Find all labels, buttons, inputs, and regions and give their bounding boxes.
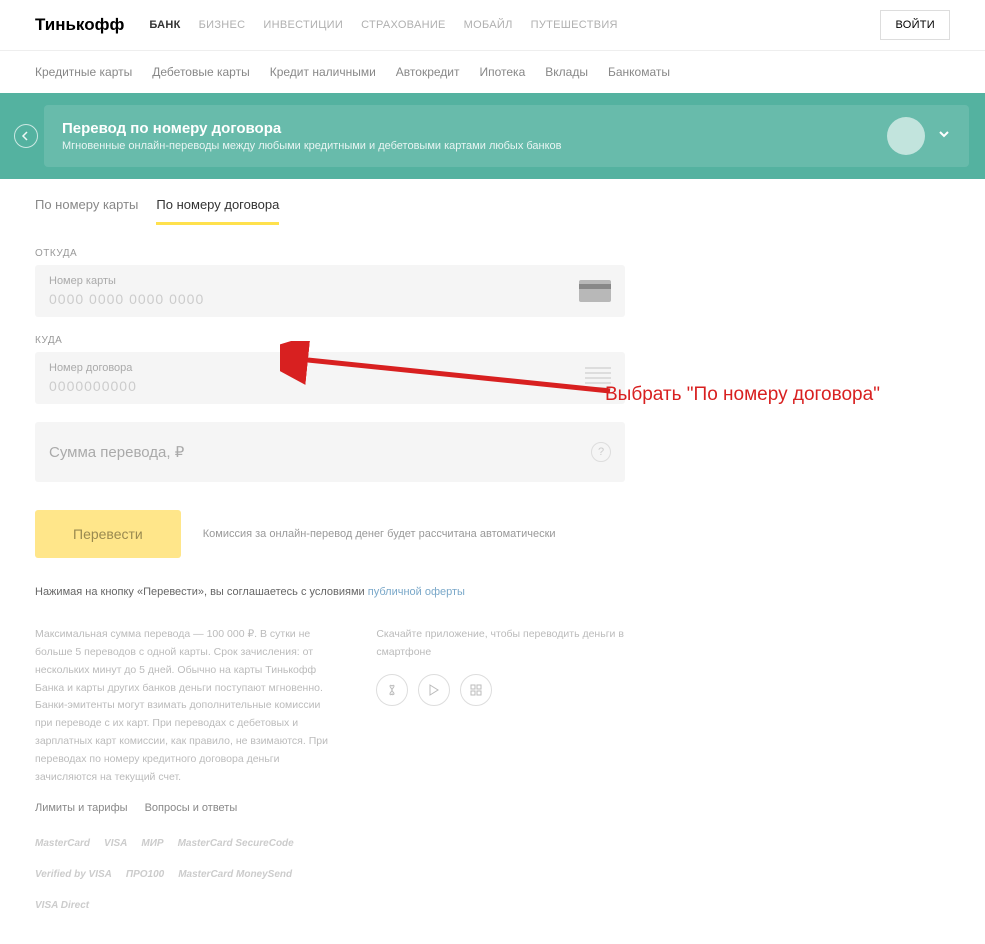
payment-logos: MasterCard VISA МИР MasterCard SecureCod…	[35, 835, 336, 914]
nav-business[interactable]: БИЗНЕС	[199, 19, 246, 31]
document-icon	[585, 367, 611, 389]
subnav-deposits[interactable]: Вклады	[545, 65, 588, 79]
login-button[interactable]: ВОЙТИ	[880, 10, 950, 40]
googleplay-button[interactable]	[418, 674, 450, 706]
brand-logo[interactable]: Тинькофф	[35, 15, 124, 35]
subnav-cash-loan[interactable]: Кредит наличными	[270, 65, 376, 79]
nav-insurance[interactable]: СТРАХОВАНИЕ	[361, 19, 446, 31]
from-section-label: ОТКУДА	[35, 248, 625, 259]
card-number-placeholder: 0000 0000 0000 0000	[49, 291, 579, 307]
fee-note: Комиссия за онлайн-перевод денег будет р…	[203, 526, 556, 543]
subnav-credit-cards[interactable]: Кредитные карты	[35, 65, 132, 79]
subnav-atms[interactable]: Банкоматы	[608, 65, 670, 79]
windows-icon	[469, 683, 483, 697]
to-section-label: КУДА	[35, 335, 625, 346]
logo-verified-visa: Verified by VISA	[35, 866, 112, 883]
contract-number-field[interactable]: Номер договора 0000000000	[35, 352, 625, 404]
chevron-left-icon	[21, 131, 31, 141]
card-number-label: Номер карты	[49, 275, 579, 287]
nav-mobile[interactable]: МОБАЙЛ	[464, 19, 513, 31]
contract-number-label: Номер договора	[49, 362, 585, 374]
play-icon	[427, 683, 441, 697]
chevron-down-icon	[937, 127, 951, 146]
tab-by-card[interactable]: По номеру карты	[35, 197, 138, 225]
hero-title: Перевод по номеру договора	[62, 120, 887, 137]
subnav-auto-loan[interactable]: Автокредит	[396, 65, 460, 79]
logo-visa-direct: VISA Direct	[35, 897, 89, 914]
transfer-button[interactable]: Перевести	[35, 510, 181, 558]
contract-number-placeholder: 0000000000	[49, 378, 585, 394]
logo-mastercard: MasterCard	[35, 835, 90, 852]
apple-icon	[385, 683, 399, 697]
card-number-field[interactable]: Номер карты 0000 0000 0000 0000	[35, 265, 625, 317]
offer-link[interactable]: публичной оферты	[368, 586, 465, 598]
sub-nav: Кредитные карты Дебетовые карты Кредит н…	[0, 51, 985, 93]
help-icon[interactable]: ?	[591, 442, 611, 462]
hero-banner: Перевод по номеру договора Мгновенные он…	[0, 93, 985, 179]
subnav-debit-cards[interactable]: Дебетовые карты	[152, 65, 249, 79]
logo-pro100: ПРО100	[126, 866, 164, 883]
back-button[interactable]	[14, 124, 38, 148]
hero-card-icon	[887, 117, 925, 155]
subnav-mortgage[interactable]: Ипотека	[479, 65, 525, 79]
limits-info: Максимальная сумма перевода — 100 000 ₽.…	[35, 626, 336, 787]
card-icon	[579, 280, 611, 302]
windows-button[interactable]	[460, 674, 492, 706]
hero-subtitle: Мгновенные онлайн-переводы между любыми …	[62, 140, 887, 152]
hero-expand[interactable]: Перевод по номеру договора Мгновенные он…	[44, 105, 969, 167]
logo-mir: МИР	[141, 835, 163, 852]
limits-link[interactable]: Лимиты и тарифы	[35, 802, 128, 814]
logo-securecode: MasterCard SecureCode	[178, 835, 294, 852]
appstore-button[interactable]	[376, 674, 408, 706]
logo-moneysend: MasterCard MoneySend	[178, 866, 292, 883]
nav-invest[interactable]: ИНВЕСТИЦИИ	[263, 19, 343, 31]
amount-field[interactable]: Сумма перевода, ₽ ?	[35, 422, 625, 482]
logo-visa: VISA	[104, 835, 127, 852]
amount-placeholder: Сумма перевода, ₽	[49, 443, 591, 461]
nav-travel[interactable]: ПУТЕШЕСТВИЯ	[531, 19, 618, 31]
annotation-text: Выбрать "По номеру договора"	[605, 384, 880, 406]
tab-by-contract[interactable]: По номеру договора	[156, 197, 279, 225]
transfer-tabs: По номеру карты По номеру договора	[35, 179, 950, 226]
app-download-text: Скачайте приложение, чтобы переводить де…	[376, 626, 625, 662]
faq-link[interactable]: Вопросы и ответы	[145, 802, 238, 814]
top-nav: БАНК БИЗНЕС ИНВЕСТИЦИИ СТРАХОВАНИЕ МОБАЙ…	[149, 19, 880, 31]
agreement-text: Нажимая на кнопку «Перевести», вы соглаш…	[35, 586, 625, 598]
nav-bank[interactable]: БАНК	[149, 19, 180, 31]
